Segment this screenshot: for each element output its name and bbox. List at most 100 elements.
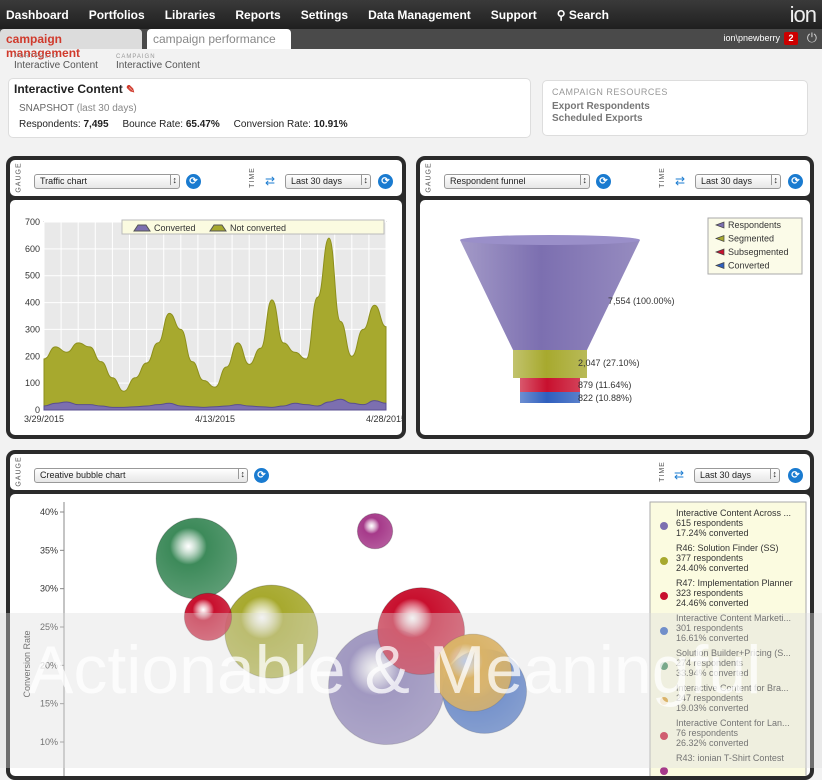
traffic-panel: GAUGE Traffic chart ⟳ TIME ⇄ Last 30 day… (6, 156, 406, 439)
y-tick-label: 700 (25, 217, 40, 227)
nav-settings[interactable]: Settings (291, 8, 358, 22)
time-range-select[interactable]: Last 30 days (285, 174, 371, 189)
export-respondents-link[interactable]: Export Respondents (552, 101, 650, 112)
refresh-icon[interactable]: ⟳ (186, 174, 201, 189)
legend-series-name: Solution Builder+Pricing (S... (676, 648, 791, 658)
nav-dashboard[interactable]: Dashboard (0, 8, 79, 22)
funnel-value-label: 822 (10.88%) (578, 393, 632, 403)
y-tick-label: 40% (40, 507, 58, 517)
nav-support[interactable]: Support (481, 8, 547, 22)
traffic-chart: 01002003004005006007003/29/2015 4/13/2015… (24, 217, 402, 424)
breadcrumb-campaign[interactable]: CAMPAIGN Interactive Content (116, 54, 200, 71)
bubble-chart-select[interactable]: Creative bubble chart (34, 468, 248, 483)
swap-icon[interactable]: ⇄ (265, 174, 275, 188)
time-label: TIME (658, 167, 666, 188)
y-tick-label: 300 (25, 324, 40, 334)
legend-series-name: R47: Implementation Planner (676, 578, 793, 588)
nav-libraries[interactable]: Libraries (155, 8, 226, 22)
user-name[interactable]: ion\pnewberry (723, 33, 780, 43)
conversion-label: Conversion Rate: (233, 119, 311, 130)
funnel-segment-respondents (460, 240, 640, 350)
traffic-toolbar: GAUGE Traffic chart ⟳ TIME ⇄ Last 30 day… (10, 160, 402, 196)
legend-respondents: 323 respondents (676, 588, 744, 598)
swap-icon[interactable]: ⇄ (675, 174, 685, 188)
legend-converted: 16.61% converted (676, 633, 749, 643)
legend-label-respondents: Respondents (728, 220, 782, 230)
bubble-panel: GAUGE Creative bubble chart ⟳ TIME ⇄ Las… (6, 450, 814, 780)
traffic-chart-select[interactable]: Traffic chart (34, 174, 180, 189)
scheduled-exports-link[interactable]: Scheduled Exports (552, 113, 643, 124)
y-tick-label: 35% (40, 545, 58, 555)
y-tick-label: 500 (25, 271, 40, 281)
legend-converted: 33.94% converted (676, 668, 749, 678)
legend-series-name: Interactive Content Marketi... (676, 613, 791, 623)
legend-swatch (660, 557, 668, 565)
bounce-label: Bounce Rate: (122, 119, 184, 130)
legend-label-converted: Converted (728, 261, 770, 271)
resources-box: CAMPAIGN RESOURCES Export Respondents Sc… (542, 80, 808, 136)
legend-label-converted: Converted (154, 223, 196, 233)
time-range-select[interactable]: Last 30 days (694, 468, 780, 483)
bubble-toolbar: GAUGE Creative bubble chart ⟳ TIME ⇄ Las… (10, 454, 810, 490)
bounce-value: 65.47% (185, 119, 220, 130)
funnel-chart-select[interactable]: Respondent funnel (444, 174, 590, 189)
legend-respondents: 274 respondents (676, 658, 744, 668)
nav-search[interactable]: ⚲ Search (547, 8, 619, 22)
ion-logo: ion (789, 2, 817, 27)
legend-respondents: 377 respondents (676, 553, 744, 563)
refresh-time-icon[interactable]: ⟳ (788, 468, 803, 483)
snapshot-heading: SNAPSHOT (19, 103, 74, 114)
y-tick-label: 100 (25, 378, 40, 388)
legend-respondents: 615 respondents (676, 518, 744, 528)
notification-badge[interactable]: 2 (784, 32, 798, 45)
snapshot-period: (last 30 days) (76, 103, 137, 114)
legend-series-name: R46: Solution Finder (SS) (676, 543, 779, 553)
y-tick-label: 200 (25, 351, 40, 361)
legend-label-segmented: Segmented (728, 234, 774, 244)
nav-portfolios[interactable]: Portfolios (79, 8, 155, 22)
y-tick-label: 10% (40, 737, 58, 747)
refresh-time-icon[interactable]: ⟳ (378, 174, 393, 189)
power-icon[interactable]: ⏻ (807, 30, 817, 46)
conversion-value: 10.91% (313, 119, 348, 130)
snapshot-heading-row: SNAPSHOT (last 30 days) (19, 103, 137, 114)
refresh-icon[interactable]: ⟳ (254, 468, 269, 483)
y-tick-label: 600 (25, 244, 40, 254)
respondents-label: Respondents: (19, 119, 81, 130)
funnel-chart: 7,554 (100.00%) 2,047 (27.10%) 879 (11.64%… (460, 217, 803, 403)
y-tick-label: 20% (40, 660, 58, 670)
tab-campaign-management[interactable]: campaign management (0, 29, 142, 60)
x-tick-label: 3/29/2015 (24, 414, 64, 424)
y-axis-label: Conversion Rate (22, 630, 32, 697)
breadcrumb-portfolio[interactable]: PORTFOLIO Interactive Content (14, 54, 98, 71)
legend-swatch (660, 627, 668, 635)
nav-data-management[interactable]: Data Management (358, 8, 481, 22)
time-label: TIME (658, 461, 666, 482)
legend-converted: 26.32% converted (676, 738, 749, 748)
bubble-chart-area: 10% 15% 20% 25% 30% 35% 40% Conversion Rate Inte… (10, 494, 810, 776)
tab-campaign-performance[interactable]: campaign performance (147, 29, 291, 49)
legend-swatch (660, 732, 668, 740)
refresh-icon[interactable]: ⟳ (596, 174, 611, 189)
bubble-point (155, 517, 238, 600)
refresh-time-icon[interactable]: ⟳ (788, 174, 803, 189)
snapshot-stats: Respondents: 7,495 Bounce Rate: 65.47% C… (19, 119, 348, 130)
tab-bar: campaign management campaign performance… (0, 29, 822, 60)
legend-respondents: 301 respondents (676, 623, 744, 633)
nav-reports[interactable]: Reports (225, 8, 290, 22)
y-tick-label: 30% (40, 584, 58, 594)
time-range-select[interactable]: Last 30 days (695, 174, 781, 189)
respondents-value: 7,495 (83, 119, 109, 130)
legend-swatch (660, 697, 668, 705)
time-label: TIME (248, 167, 256, 188)
snapshot-box: Interactive Content ✎ SNAPSHOT (last 30 … (8, 78, 531, 138)
y-tick-label: 400 (25, 298, 40, 308)
breadcrumb-campaign-value: Interactive Content (116, 60, 200, 71)
funnel-chart-area: 7,554 (100.00%) 2,047 (27.10%) 879 (11.64%… (420, 200, 810, 435)
bubble-point (183, 592, 233, 642)
y-tick-label: 15% (40, 699, 58, 709)
snapshot-title-row: Interactive Content ✎ (14, 82, 135, 96)
funnel-value-label: 7,554 (100.00%) (608, 296, 675, 306)
swap-icon[interactable]: ⇄ (674, 468, 684, 482)
pencil-icon[interactable]: ✎ (126, 84, 135, 96)
